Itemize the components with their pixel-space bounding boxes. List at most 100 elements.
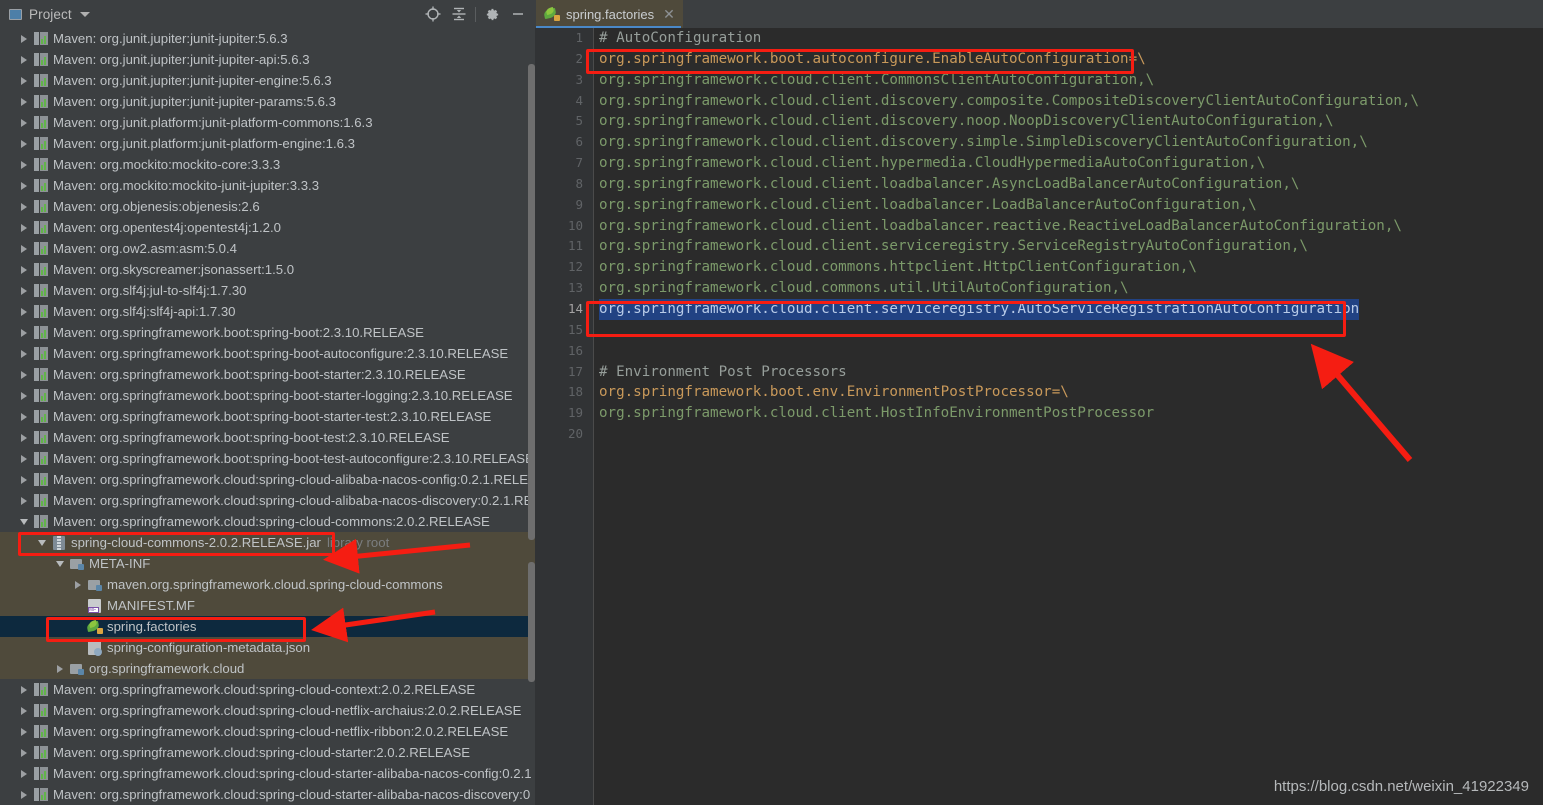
chevron-right-icon[interactable] [16,475,32,484]
code-line[interactable]: org.springframework.cloud.client.hyperme… [594,153,1543,174]
chevron-right-icon[interactable] [16,307,32,316]
chevron-right-icon[interactable] [16,727,32,736]
chevron-right-icon[interactable] [16,769,32,778]
chevron-right-icon[interactable] [16,748,32,757]
sidebar-scrollbar-upper[interactable] [528,64,535,540]
code-line[interactable]: org.springframework.cloud.client.HostInf… [594,403,1543,424]
tree-node[interactable]: Maven: org.springframework.boot:spring-b… [0,406,535,427]
tree-node[interactable]: Maven: org.springframework.cloud:spring-… [0,490,535,511]
code-line[interactable] [594,320,1543,341]
chevron-right-icon[interactable] [16,454,32,463]
chevron-right-icon[interactable] [16,118,32,127]
chevron-down-icon[interactable] [16,518,32,525]
chevron-down-icon[interactable] [34,539,50,546]
tree-node[interactable]: Maven: org.junit.jupiter:junit-jupiter-a… [0,49,535,70]
tree-node[interactable]: Maven: org.junit.platform:junit-platform… [0,133,535,154]
code-line[interactable]: org.springframework.boot.env.Environment… [594,382,1543,403]
tree-node[interactable]: Maven: org.springframework.cloud:spring-… [0,469,535,490]
chevron-right-icon[interactable] [16,139,32,148]
locate-target-icon[interactable] [420,1,446,27]
code-line[interactable]: org.springframework.cloud.client.discove… [594,91,1543,112]
tree-node[interactable]: Maven: org.junit.jupiter:junit-jupiter:5… [0,28,535,49]
chevron-right-icon[interactable] [16,76,32,85]
code-content[interactable]: # AutoConfiguration org.springframework.b… [594,28,1543,805]
sidebar-scrollbar-lower[interactable] [528,562,535,682]
code-line[interactable]: org.springframework.cloud.client.loadbal… [594,174,1543,195]
chevron-right-icon[interactable] [16,433,32,442]
tree-node[interactable]: Maven: org.mockito:mockito-core:3.3.3 [0,154,535,175]
tree-node[interactable]: spring-configuration-metadata.json [0,637,535,658]
code-line[interactable] [594,341,1543,362]
code-line[interactable]: org.springframework.cloud.client.Commons… [594,70,1543,91]
tree-node[interactable]: spring-cloud-commons-2.0.2.RELEASE.jar li… [0,532,535,553]
tree-node[interactable]: Maven: org.junit.jupiter:junit-jupiter-e… [0,70,535,91]
tree-node[interactable]: Maven: org.junit.platform:junit-platform… [0,112,535,133]
tree-node[interactable]: Maven: org.springframework.cloud:spring-… [0,679,535,700]
chevron-right-icon[interactable] [16,685,32,694]
code-line[interactable] [594,424,1543,445]
tree-node[interactable]: MF MANIFEST.MF [0,595,535,616]
tree-node[interactable]: Maven: org.slf4j:jul-to-slf4j:1.7.30 [0,280,535,301]
tree-node[interactable]: Maven: org.skyscreamer:jsonassert:1.5.0 [0,259,535,280]
tree-node[interactable]: Maven: org.springframework.boot:spring-b… [0,322,535,343]
close-icon[interactable]: ✕ [663,7,675,21]
chevron-right-icon[interactable] [16,160,32,169]
tree-node[interactable]: Maven: org.springframework.boot:spring-b… [0,385,535,406]
tree-node[interactable]: Maven: org.ow2.asm:asm:5.0.4 [0,238,535,259]
tree-node[interactable]: Maven: org.springframework.cloud:spring-… [0,511,535,532]
code-line[interactable]: org.springframework.cloud.commons.httpcl… [594,257,1543,278]
chevron-right-icon[interactable] [70,580,86,589]
code-line[interactable]: # AutoConfiguration [594,28,1543,49]
tree-node[interactable]: META-INF [0,553,535,574]
code-line[interactable]: org.springframework.cloud.commons.util.U… [594,278,1543,299]
chevron-right-icon[interactable] [16,181,32,190]
chevron-right-icon[interactable] [52,664,68,673]
tree-node[interactable]: Maven: org.springframework.cloud:spring-… [0,763,535,784]
chevron-right-icon[interactable] [16,34,32,43]
code-line[interactable]: org.springframework.cloud.client.loadbal… [594,195,1543,216]
chevron-down-icon[interactable] [52,560,68,567]
code-line[interactable]: org.springframework.cloud.client.loadbal… [594,216,1543,237]
tree-node[interactable]: Maven: org.springframework.cloud:spring-… [0,784,535,805]
code-line[interactable]: org.springframework.cloud.client.service… [594,236,1543,257]
chevron-right-icon[interactable] [16,349,32,358]
chevron-down-icon[interactable] [79,11,90,17]
tree-node-selected[interactable]: spring.factories [0,616,535,637]
minimize-icon[interactable] [505,1,531,27]
project-tree[interactable]: Maven: org.junit.jupiter:junit-jupiter:5… [0,28,535,805]
chevron-right-icon[interactable] [16,265,32,274]
code-editor[interactable]: 1 2 3 4 5 6 7 8 9 10 11 12 13 14 15 16 17 18 19 20 # AutoCo… [535,28,1543,805]
chevron-right-icon[interactable] [16,55,32,64]
chevron-right-icon[interactable] [16,790,32,799]
tree-node[interactable]: Maven: org.springframework.cloud:spring-… [0,742,535,763]
chevron-right-icon[interactable] [16,97,32,106]
chevron-right-icon[interactable] [16,496,32,505]
tree-node[interactable]: Maven: org.springframework.boot:spring-b… [0,364,535,385]
code-line[interactable]: org.springframework.cloud.client.service… [594,298,1543,320]
code-line[interactable]: org.springframework.boot.autoconfigure.E… [594,49,1543,70]
tree-node[interactable]: maven.org.springframework.cloud.spring-c… [0,574,535,595]
tree-node[interactable]: Maven: org.springframework.boot:spring-b… [0,427,535,448]
tree-node[interactable]: Maven: org.springframework.cloud:spring-… [0,700,535,721]
tree-node[interactable]: Maven: org.objenesis:objenesis:2.6 [0,196,535,217]
code-line[interactable]: org.springframework.cloud.client.discove… [594,132,1543,153]
tree-node[interactable]: org.springframework.cloud [0,658,535,679]
tab-spring-factories[interactable]: spring.factories ✕ [536,0,683,28]
code-line[interactable]: org.springframework.cloud.client.discove… [594,111,1543,132]
chevron-right-icon[interactable] [16,328,32,337]
chevron-right-icon[interactable] [16,370,32,379]
tree-node[interactable]: Maven: org.springframework.boot:spring-b… [0,448,535,469]
gear-icon[interactable] [479,1,505,27]
chevron-right-icon[interactable] [16,391,32,400]
collapse-all-icon[interactable] [446,1,472,27]
code-line[interactable]: # Environment Post Processors [594,362,1543,383]
chevron-right-icon[interactable] [16,244,32,253]
code-line-selected-text[interactable]: org.springframework.cloud.client.service… [599,298,1360,320]
tree-node[interactable]: Maven: org.junit.jupiter:junit-jupiter-p… [0,91,535,112]
chevron-right-icon[interactable] [16,706,32,715]
chevron-right-icon[interactable] [16,412,32,421]
chevron-right-icon[interactable] [16,286,32,295]
chevron-right-icon[interactable] [16,202,32,211]
tree-node[interactable]: Maven: org.opentest4j:opentest4j:1.2.0 [0,217,535,238]
tree-node[interactable]: Maven: org.springframework.boot:spring-b… [0,343,535,364]
